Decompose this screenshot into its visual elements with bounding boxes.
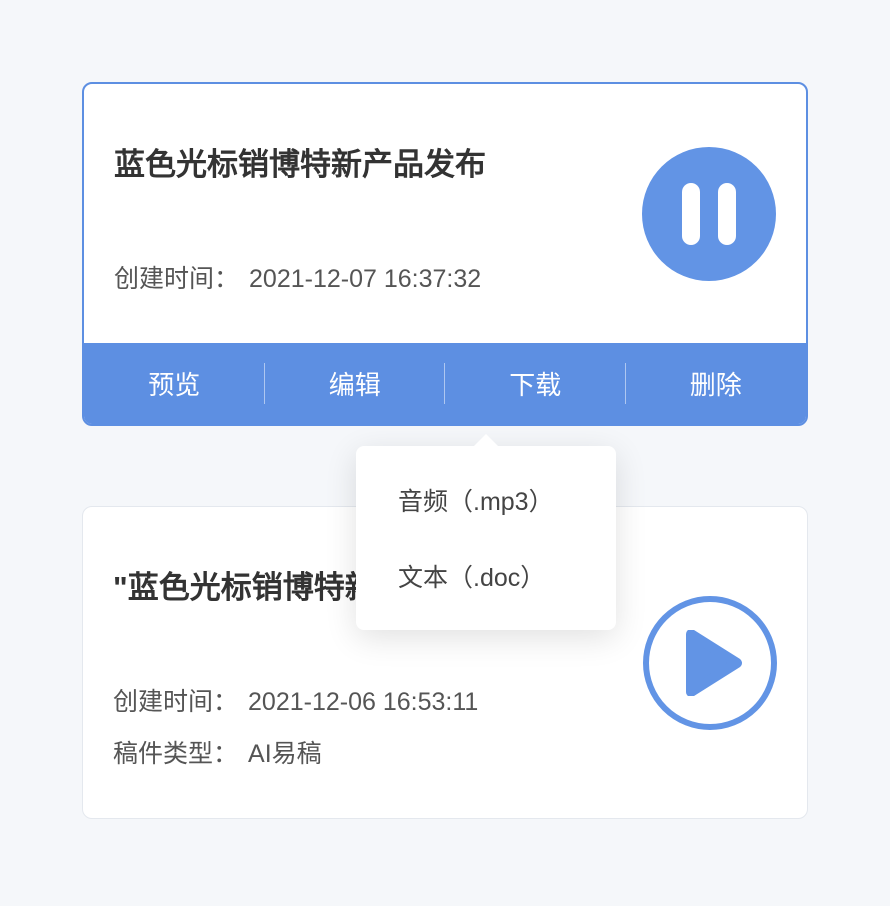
created-label: 创建时间： [113,688,238,716]
preview-button[interactable]: 预览 [84,343,265,424]
play-icon [685,630,743,696]
created-label: 创建时间： [114,265,239,293]
dropdown-item-text[interactable]: 文本（.doc） [356,538,616,614]
created-time: 2021-12-06 16:53:11 [248,688,478,716]
meta-doc-type: 稿件类型： AI易稿 [113,734,777,770]
delete-button[interactable]: 删除 [626,343,807,424]
card-body: 蓝色光标销博特新产品发布 创建时间： 2021-12-07 16:37:32 [84,84,806,343]
pause-button[interactable] [642,147,776,281]
doc-type-label: 稿件类型： [113,740,238,768]
download-dropdown: 音频（.mp3） 文本（.doc） [356,446,616,630]
doc-type-value: AI易稿 [248,740,322,768]
dropdown-item-audio[interactable]: 音频（.mp3） [356,462,616,538]
card-item: 蓝色光标销博特新产品发布 创建时间： 2021-12-07 16:37:32 预览… [82,82,808,426]
edit-button[interactable]: 编辑 [265,343,446,424]
action-bar: 预览 编辑 下载 删除 [84,343,806,424]
download-button[interactable]: 下载 [445,343,626,424]
pause-icon [682,183,736,245]
play-button[interactable] [643,596,777,730]
card-title: 蓝色光标销博特新产品发布 [114,139,594,184]
created-time: 2021-12-07 16:37:32 [249,265,481,293]
